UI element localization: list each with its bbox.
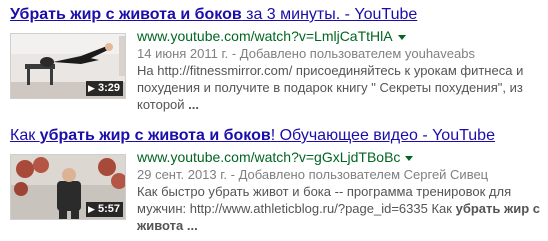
result-meta: 14 июня 2011 г. - Добавлено пользователе… [137, 46, 475, 61]
result-title-link[interactable]: Убрать жир с живота и боков за 3 минуты.… [10, 5, 546, 25]
duration-text: 5:57 [97, 203, 120, 215]
search-result-1: Убрать жир с живота и боков за 3 минуты.… [10, 5, 546, 116]
result-url-line: www.youtube.com/watch?v=gGxLjdTBoBc [137, 149, 547, 166]
result-url-line: www.youtube.com/watch?v=LmljCaTtHlA [137, 28, 547, 45]
video-duration-badge: ▶ 5:57 [86, 202, 123, 217]
video-thumbnail[interactable]: ▶ 5:57 [10, 154, 126, 220]
result-meta: 29 сент. 2013 г. - Добавлено пользовател… [137, 167, 489, 182]
snippet-ellipsis: ... [188, 97, 200, 112]
result-snippet: На http://fitnessmirror.com/ присоединяй… [137, 62, 547, 113]
result-title-bold[interactable]: убрать жир с живота и боков [40, 127, 271, 144]
result-title-bold[interactable]: Убрать жир с живота и боков [10, 6, 242, 23]
video-thumbnail[interactable]: ▶ 3:29 [10, 33, 126, 99]
dropdown-triangle-icon[interactable] [405, 155, 414, 161]
play-icon: ▶ [88, 204, 95, 214]
play-icon: ▶ [88, 83, 95, 93]
result-title-rest[interactable]: ! Обучающее видео - YouTube [271, 127, 495, 144]
result-title-rest[interactable]: за 3 минуты. - YouTube [242, 6, 417, 23]
snippet-ellipsis: ... [186, 218, 198, 233]
result-title-link[interactable]: Как убрать жир с живота и боков! Обучающ… [10, 126, 546, 146]
dropdown-triangle-icon[interactable] [397, 34, 406, 40]
video-duration-badge: ▶ 3:29 [86, 81, 123, 96]
search-result-2: Как убрать жир с живота и боков! Обучающ… [10, 126, 546, 237]
result-url: www.youtube.com/watch?v=gGxLjdTBoBc [137, 149, 401, 165]
result-title-prefix[interactable]: Как [10, 127, 40, 144]
result-snippet: Как быстро убрать живот и бока -- програ… [137, 183, 547, 234]
result-url: www.youtube.com/watch?v=LmljCaTtHlA [137, 28, 393, 44]
duration-text: 3:29 [97, 82, 120, 94]
